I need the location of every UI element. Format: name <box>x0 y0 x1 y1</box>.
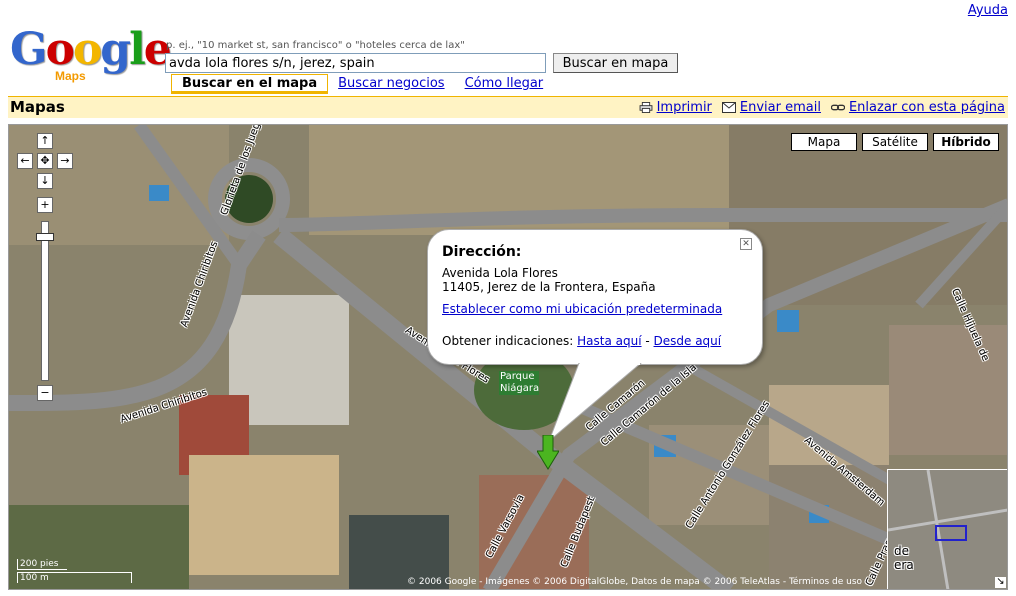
scale-bar: 200 pies 100 m <box>17 559 132 583</box>
email-link[interactable]: Enviar email <box>740 100 821 115</box>
page-title: Mapas <box>10 98 65 116</box>
set-default-location-link[interactable]: Establecer como mi ubicación predetermin… <box>442 302 722 316</box>
location-marker-icon[interactable] <box>537 435 559 471</box>
search-hint: p. ej., "10 market st, san francisco" o … <box>166 40 465 51</box>
overview-label: de era <box>894 544 914 572</box>
info-window-tail <box>549 363 642 442</box>
envelope-icon <box>721 102 736 113</box>
map-type-hybrid[interactable]: Híbrido <box>933 133 999 151</box>
tab-search-businesses[interactable]: Buscar negocios <box>328 74 454 94</box>
scale-feet: 200 pies <box>17 559 67 570</box>
printer-icon <box>639 102 652 113</box>
map-type-map[interactable]: Mapa <box>791 133 857 151</box>
copyright-text: © 2006 Google - Imágenes © 2006 DigitalG… <box>407 577 863 587</box>
search-map-button[interactable]: Buscar en mapa <box>553 53 678 73</box>
logo-maps-label: Maps <box>55 69 86 83</box>
pan-down-icon[interactable]: ↓ <box>37 173 53 189</box>
map-type-controls: Mapa Satélite Híbrido <box>791 133 999 151</box>
close-icon[interactable]: ✕ <box>740 238 752 250</box>
info-heading: Dirección: <box>442 244 522 260</box>
zoom-out-icon[interactable]: − <box>37 385 53 401</box>
pan-up-icon[interactable]: ↑ <box>37 133 53 149</box>
search-tabs: Buscar en el mapa Buscar negocios Cómo l… <box>171 74 553 94</box>
directions-from-here-link[interactable]: Desde aquí <box>654 334 722 348</box>
help-link[interactable]: Ayuda <box>968 3 1008 18</box>
search-input[interactable] <box>165 53 546 73</box>
overview-map[interactable]: de era ↘ <box>887 469 1007 589</box>
google-maps-logo[interactable]: Google Maps <box>10 28 172 90</box>
directions-to-here-link[interactable]: Hasta aquí <box>577 334 641 348</box>
print-action[interactable]: Imprimir <box>639 100 712 115</box>
info-window: ✕ Dirección: Avenida Lola Flores 11405, … <box>427 229 763 365</box>
link-to-page[interactable]: Enlazar con esta página <box>849 100 1005 115</box>
map-actions: Imprimir Enviar email Enlazar con esta p… <box>639 100 1005 115</box>
maps-title-bar: Mapas Imprimir Enviar email Enlazar con … <box>8 96 1008 118</box>
map-type-satellite[interactable]: Satélite <box>862 133 928 151</box>
scale-meters: 100 m <box>17 572 132 583</box>
zoom-slider-handle[interactable] <box>36 233 54 241</box>
directions-label: Obtener indicaciones: <box>442 334 574 348</box>
pan-right-icon[interactable]: → <box>57 153 73 169</box>
overview-toggle-icon[interactable]: ↘ <box>995 577 1006 588</box>
directions-separator: - <box>641 334 654 348</box>
link-action[interactable]: Enlazar con esta página <box>830 100 1005 115</box>
logo-text: Google <box>10 24 172 75</box>
map-canvas[interactable]: Glorieta de los Juegos Olímpicos Avenida… <box>8 124 1008 590</box>
email-action[interactable]: Enviar email <box>721 100 821 115</box>
address-line-1: Avenida Lola Flores <box>442 266 558 280</box>
pan-left-icon[interactable]: ← <box>17 153 33 169</box>
address-line-2: 11405, Jerez de la Frontera, España <box>442 280 656 294</box>
park-label: Parque Niágara <box>499 371 540 395</box>
chain-link-icon <box>830 104 845 111</box>
print-link[interactable]: Imprimir <box>657 100 712 115</box>
tab-directions[interactable]: Cómo llegar <box>455 74 554 94</box>
zoom-in-icon[interactable]: + <box>37 197 53 213</box>
tab-search-map[interactable]: Buscar en el mapa <box>171 74 329 94</box>
zoom-slider-track[interactable] <box>41 221 49 381</box>
pan-center-icon[interactable]: ✥ <box>37 153 53 169</box>
